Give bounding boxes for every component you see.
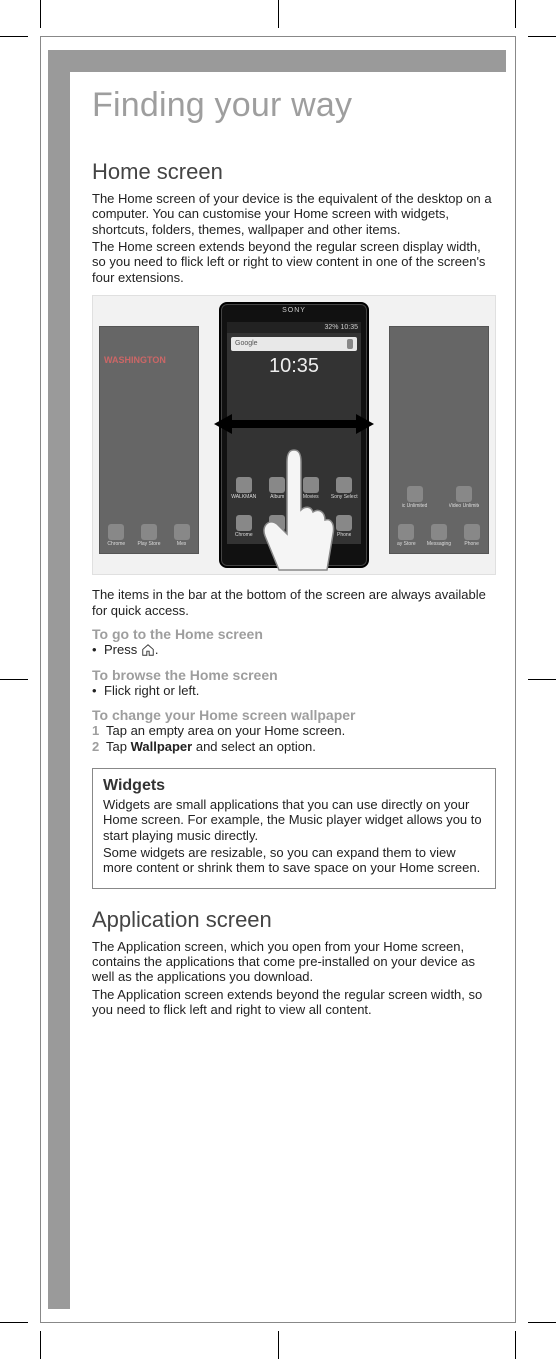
illustration-right-panel: ic Unlimited Video Unlimited ay Store Me… <box>389 326 489 554</box>
app-r1-3: Sony Select <box>331 494 358 500</box>
wallpaper-step-2: 2Tap Wallpaper and select an option. <box>92 739 496 755</box>
app-r2-1: Play Store <box>266 532 289 538</box>
home-icon <box>141 643 155 657</box>
widgets-box: Widgets Widgets are small applications t… <box>92 768 496 889</box>
phone-status-bar: 32% 10:35 <box>227 322 361 333</box>
app-r1-1: Album <box>270 494 284 500</box>
right-app-2: Phone <box>464 541 478 547</box>
browse-home-heading: To browse the Home screen <box>92 667 496 683</box>
phone-search-label: Google <box>235 340 258 347</box>
browse-home-step: Flick right or left. <box>92 683 496 699</box>
home-screen-para-2: The Home screen extends beyond the regul… <box>92 239 496 285</box>
phone-brand: SONY <box>221 307 367 314</box>
wallpaper-step-1: 1Tap an empty area on your Home screen. <box>92 723 496 739</box>
app-screen-heading: Application screen <box>92 907 496 933</box>
right-app-1: Messaging <box>427 541 451 547</box>
app-r2-2: Messaging <box>299 532 323 538</box>
left-app-0: Chrome <box>107 541 125 547</box>
swipe-arrows-icon <box>214 414 374 434</box>
right-app-0: ay Store <box>397 541 416 547</box>
widgets-para-1: Widgets are small applications that you … <box>103 797 485 843</box>
goto-home-step: Press . <box>92 642 496 658</box>
app-r2-0: Chrome <box>235 532 253 538</box>
app-r1-2: Movies <box>303 494 319 500</box>
phone-search-bar: Google <box>231 337 357 351</box>
home-screen-heading: Home screen <box>92 159 496 185</box>
widgets-para-2: Some widgets are resizable, so you can e… <box>103 845 485 876</box>
app-screen-para-2: The Application screen extends beyond th… <box>92 987 496 1018</box>
illustration-caption: The items in the bar at the bottom of th… <box>92 587 496 618</box>
goto-home-heading: To go to the Home screen <box>92 626 496 642</box>
app-r2-3: Phone <box>337 532 351 538</box>
accent-bar-horizontal <box>48 50 506 72</box>
microphone-icon <box>347 339 353 349</box>
widgets-heading: Widgets <box>103 777 485 795</box>
right-top-app-1: Video Unlimited <box>449 503 479 509</box>
left-app-1: Play Store <box>137 541 160 547</box>
illustration-phone: SONY 32% 10:35 Google 10:35 WALKMAN Albu… <box>219 302 369 568</box>
home-screen-para-1: The Home screen of your device is the eq… <box>92 191 496 237</box>
illustration-left-panel: WASHINGTON Chrome Play Store Mes <box>99 326 199 554</box>
left-app-2: Mes <box>177 541 186 547</box>
wallpaper-heading: To change your Home screen wallpaper <box>92 707 496 723</box>
app-screen-para-1: The Application screen, which you open f… <box>92 939 496 985</box>
page-title: Finding your way <box>92 86 496 125</box>
goto-home-prefix: Press <box>104 642 141 657</box>
content-area: Finding your way Home screen The Home sc… <box>92 86 496 1299</box>
accent-bar-vertical <box>48 50 70 1309</box>
right-top-app-0: ic Unlimited <box>402 503 428 509</box>
app-r1-0: WALKMAN <box>231 494 256 500</box>
goto-home-suffix: . <box>155 642 159 657</box>
illustration-left-label: WASHINGTON <box>104 355 166 365</box>
phone-clock: 10:35 <box>227 355 361 378</box>
home-screen-illustration: WASHINGTON Chrome Play Store Mes ic Unli… <box>92 295 496 575</box>
